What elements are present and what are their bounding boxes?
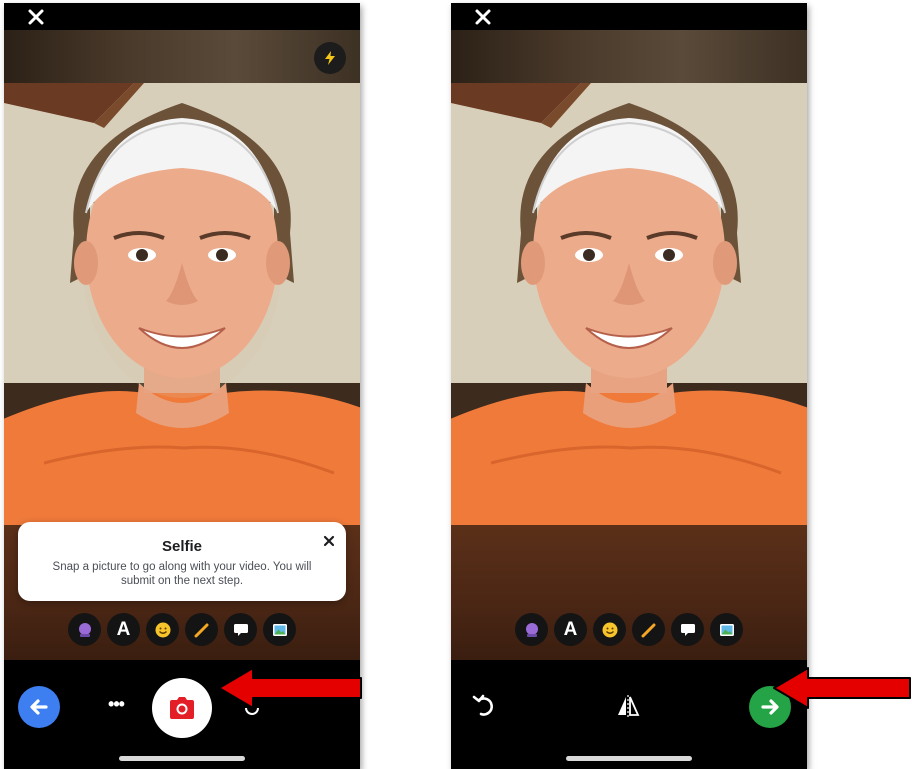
top-bar	[4, 3, 360, 30]
image-button[interactable]	[710, 613, 743, 646]
image-icon	[719, 623, 734, 636]
sticker-effect-button[interactable]	[68, 613, 101, 646]
camera-icon	[170, 697, 194, 719]
home-indicator	[566, 756, 692, 761]
close-icon[interactable]	[322, 534, 336, 548]
emoji-button[interactable]	[593, 613, 626, 646]
bottom-controls	[451, 660, 807, 769]
flash-button[interactable]	[314, 42, 346, 74]
emoji-button[interactable]	[146, 613, 179, 646]
top-bar	[451, 3, 807, 30]
selfie-illustration	[4, 83, 360, 525]
mirror-flip-icon[interactable]	[614, 692, 642, 720]
emoji-icon	[155, 622, 170, 637]
back-button[interactable]	[18, 686, 60, 728]
more-options-button[interactable]: •••	[104, 694, 128, 718]
annotation-arrow-icon	[218, 667, 362, 709]
sticker-effect-icon	[78, 622, 91, 637]
draw-button[interactable]	[632, 613, 665, 646]
draw-button[interactable]	[185, 613, 218, 646]
screenshot-stage: Selfie Snap a picture to go along with y…	[0, 0, 912, 769]
close-icon[interactable]	[473, 7, 493, 27]
phone-screen-camera: Selfie Snap a picture to go along with y…	[4, 3, 360, 769]
image-icon	[272, 623, 287, 636]
speech-bubble-button[interactable]	[224, 613, 257, 646]
creative-tools-row: A	[4, 613, 360, 647]
speech-bubble-icon	[233, 623, 248, 636]
selfie-photo	[4, 83, 360, 525]
draw-icon	[194, 623, 208, 637]
camera-top-area	[4, 30, 360, 83]
selfie-photo	[451, 83, 807, 525]
arrow-left-icon	[30, 699, 48, 715]
home-indicator	[119, 756, 245, 761]
tooltip-body: Snap a picture to go along with your vid…	[52, 561, 312, 587]
sticker-effect-button[interactable]	[515, 613, 548, 646]
take-photo-button[interactable]	[152, 678, 212, 738]
text-tool-button[interactable]: A	[107, 613, 140, 646]
text-icon: A	[116, 618, 131, 640]
phone-screen-preview: A	[451, 3, 807, 769]
lightning-icon	[325, 51, 335, 65]
creative-tools-row: A	[451, 613, 807, 647]
text-tool-button[interactable]: A	[554, 613, 587, 646]
speech-bubble-icon	[680, 623, 695, 636]
sticker-effect-icon	[525, 622, 538, 637]
text-icon: A	[563, 618, 578, 640]
emoji-icon	[602, 622, 617, 637]
camera-top-area	[451, 30, 807, 83]
tooltip-title: Selfie	[161, 538, 203, 555]
close-icon[interactable]	[26, 7, 46, 27]
speech-bubble-button[interactable]	[671, 613, 704, 646]
undo-icon[interactable]	[471, 692, 497, 718]
selfie-illustration	[451, 83, 807, 525]
selfie-tooltip: Selfie Snap a picture to go along with y…	[18, 522, 346, 601]
draw-icon	[641, 623, 655, 637]
image-button[interactable]	[263, 613, 296, 646]
annotation-arrow-icon	[773, 667, 911, 709]
